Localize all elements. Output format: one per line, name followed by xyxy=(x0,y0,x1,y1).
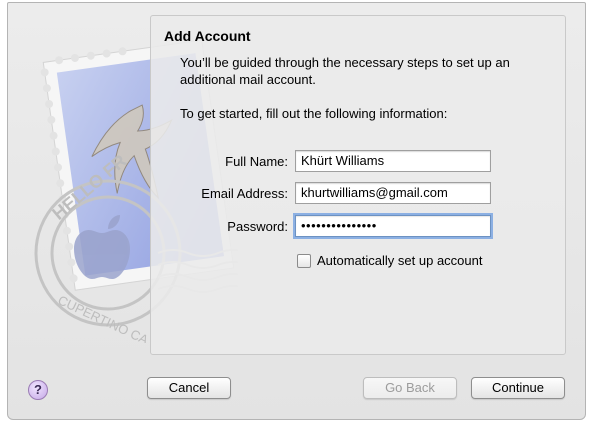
continue-button[interactable]: Continue xyxy=(471,377,565,399)
dialog-title: Add Account xyxy=(164,28,251,44)
auto-setup-label[interactable]: Automatically set up account xyxy=(317,253,482,268)
go-back-button[interactable]: Go Back xyxy=(363,377,457,399)
full-name-label: Full Name: xyxy=(225,154,288,169)
email-label: Email Address: xyxy=(201,186,288,201)
auto-setup-option[interactable]: Automatically set up account xyxy=(297,253,482,268)
intro-text: You’ll be guided through the necessary s… xyxy=(180,55,510,87)
account-form-panel: Add Account You’ll be guided through the… xyxy=(150,15,566,355)
email-field[interactable]: khurtwilliams@gmail.com xyxy=(295,182,491,204)
password-field[interactable]: ••••••••••••••• xyxy=(295,215,491,237)
auto-setup-checkbox[interactable] xyxy=(297,253,311,268)
cancel-button[interactable]: Cancel xyxy=(147,377,231,399)
full-name-field[interactable]: Khürt Williams xyxy=(295,150,491,172)
password-label: Password: xyxy=(227,219,288,234)
add-account-sheet: HELLO FR CUPERTINO CA Add Account You’ll… xyxy=(7,2,586,420)
help-button[interactable]: ? xyxy=(28,380,48,400)
prompt-text: To get started, fill out the following i… xyxy=(180,106,448,121)
